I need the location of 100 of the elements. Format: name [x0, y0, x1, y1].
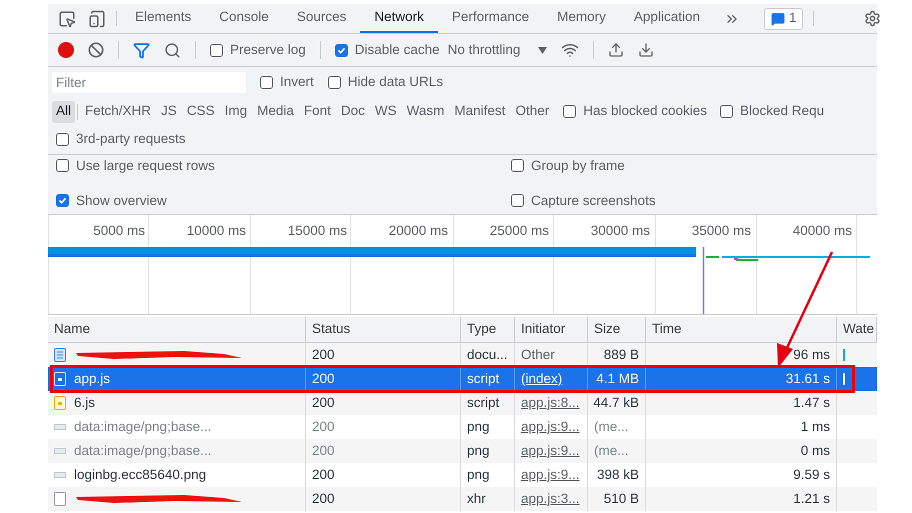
- checkbox[interactable]: [563, 105, 576, 118]
- column-header[interactable]: Status: [312, 319, 350, 340]
- checkbox-label: Use large request rows: [76, 156, 215, 175]
- table-cell-text: 200: [312, 418, 335, 436]
- table-cell-text: 200: [312, 394, 335, 412]
- table-cell-text: 200: [312, 346, 335, 364]
- table-cell-text: 200: [312, 370, 335, 388]
- type-filter[interactable]: CSS: [182, 100, 219, 122]
- request-row[interactable]: app.js 200 script (index) 4.1 MB 31.61 s: [48, 367, 877, 391]
- request-row[interactable]: data:image/png;base... 200 png app.js:9... (me... 0 ms: [48, 439, 877, 463]
- table-cell-text: png: [467, 466, 490, 484]
- table-cell-text: 1.21 s: [793, 490, 830, 508]
- table-cell-text: 200: [312, 490, 335, 508]
- initiator-link[interactable]: app.js:9...: [521, 440, 580, 462]
- table-cell-text: 1 ms: [800, 418, 830, 436]
- checkbox-label: 3rd-party requests: [76, 130, 186, 148]
- column-header[interactable]: Initiator: [521, 319, 566, 340]
- checkbox-label: Preserve log: [230, 40, 306, 59]
- table-cell-text: 200: [312, 442, 335, 460]
- table-cell-text: 9.59 s: [793, 466, 830, 484]
- request-row[interactable]: 200 xhr app.js:3... 510 B 1.21 s: [48, 487, 877, 511]
- request-row[interactable]: 200 docu... Other 889 B 96 ms: [48, 343, 877, 367]
- column-header[interactable]: Time: [652, 319, 682, 340]
- table-cell-text: xhr: [467, 490, 486, 508]
- checkmark-icon: [58, 196, 67, 206]
- type-filter[interactable]: Img: [220, 100, 252, 122]
- table-cell-text: 510 B: [604, 490, 639, 508]
- checkbox[interactable]: [56, 159, 69, 172]
- type-filter[interactable]: Font: [300, 100, 335, 122]
- table-cell-text: 44.7 kB: [593, 394, 639, 412]
- request-row[interactable]: 6.js 200 script app.js:8... 44.7 kB 1.47 s: [48, 391, 877, 415]
- table-cell-text: 1.47 s: [793, 394, 830, 412]
- type-filter[interactable]: Wasm: [402, 100, 448, 122]
- network-conditions-icon[interactable]: [561, 41, 580, 59]
- inspect-icon[interactable]: [58, 10, 76, 28]
- type-filter[interactable]: Media: [253, 100, 298, 122]
- tab[interactable]: Elements: [121, 4, 206, 33]
- checkbox[interactable]: [720, 105, 734, 118]
- table-cell-text: loginbg.ecc85640.png: [74, 466, 206, 484]
- tab[interactable]: Memory: [543, 4, 620, 33]
- throttling-dropdown[interactable]: No throttling: [448, 40, 548, 60]
- checkbox-label: Invert: [280, 72, 314, 91]
- clear-icon[interactable]: [88, 42, 104, 58]
- column-header[interactable]: Name: [54, 319, 90, 340]
- table-cell-text: 31.61 s: [786, 370, 830, 388]
- issues-button[interactable]: 1: [764, 8, 804, 30]
- type-filter[interactable]: WS: [370, 100, 401, 122]
- table-cell-text: 4.1 MB: [596, 370, 639, 388]
- checkbox[interactable]: [56, 194, 69, 208]
- type-filter[interactable]: Doc: [336, 100, 369, 122]
- settings-icon[interactable]: [864, 10, 881, 27]
- search-icon[interactable]: [164, 42, 181, 58]
- checkbox-label: Blocked Requ: [740, 102, 824, 120]
- device-icon[interactable]: [88, 10, 106, 28]
- table-cell-text: 6.js: [74, 394, 96, 412]
- initiator-link[interactable]: (index): [521, 368, 562, 390]
- table-cell-text: Other: [521, 346, 555, 364]
- initiator-link[interactable]: app.js:8...: [521, 392, 580, 414]
- table-cell-text: app.js: [74, 370, 110, 388]
- column-header[interactable]: Size: [594, 319, 620, 340]
- tab[interactable]: Console: [205, 4, 283, 33]
- filter-field[interactable]: Filter: [52, 72, 246, 92]
- initiator-link[interactable]: app.js:9...: [521, 416, 580, 438]
- table-cell-text: 200: [312, 466, 335, 484]
- checkbox[interactable]: [328, 76, 341, 88]
- record-button[interactable]: [58, 42, 74, 58]
- checkbox[interactable]: [56, 132, 69, 146]
- tab[interactable]: Performance: [438, 4, 544, 33]
- checkbox-label: Disable cache: [354, 40, 440, 59]
- checkbox[interactable]: [260, 76, 273, 88]
- table-cell-text: data:image/png;base...: [74, 442, 212, 460]
- checkbox-label: Hide data URLs: [348, 72, 444, 91]
- type-filter[interactable]: Fetch/XHR: [81, 100, 156, 122]
- checkbox-label: Has blocked cookies: [583, 102, 708, 120]
- checkbox[interactable]: [334, 44, 348, 56]
- table-cell-text: png: [467, 442, 490, 460]
- table-cell-text: script: [467, 370, 500, 388]
- import-icon[interactable]: [608, 42, 624, 58]
- dropdown-arrow-icon: [538, 46, 548, 54]
- tab[interactable]: Application: [620, 4, 714, 33]
- tab[interactable]: Sources: [282, 4, 360, 33]
- type-filter[interactable]: JS: [157, 100, 181, 122]
- table-cell-text: 0 ms: [800, 442, 830, 460]
- export-icon[interactable]: [638, 42, 654, 58]
- table-cell-text: 398 kB: [596, 466, 639, 484]
- initiator-link[interactable]: app.js:3...: [521, 488, 580, 510]
- checkbox[interactable]: [511, 194, 524, 208]
- type-filter[interactable]: All: [52, 100, 76, 122]
- checkbox-label: Group by frame: [531, 156, 625, 175]
- initiator-link[interactable]: app.js:9...: [521, 464, 580, 486]
- table-cell-text: (me...: [594, 418, 629, 436]
- type-filter[interactable]: Manifest: [450, 100, 510, 122]
- table-cell-text: (me...: [594, 442, 629, 460]
- column-header[interactable]: Wate: [843, 319, 874, 340]
- type-filter[interactable]: Other: [511, 100, 554, 122]
- checkbox[interactable]: [210, 44, 223, 56]
- checkbox[interactable]: [511, 159, 524, 172]
- column-header[interactable]: Type: [467, 319, 496, 340]
- checkbox-label: Show overview: [76, 192, 167, 210]
- filter-icon[interactable]: [133, 42, 150, 58]
